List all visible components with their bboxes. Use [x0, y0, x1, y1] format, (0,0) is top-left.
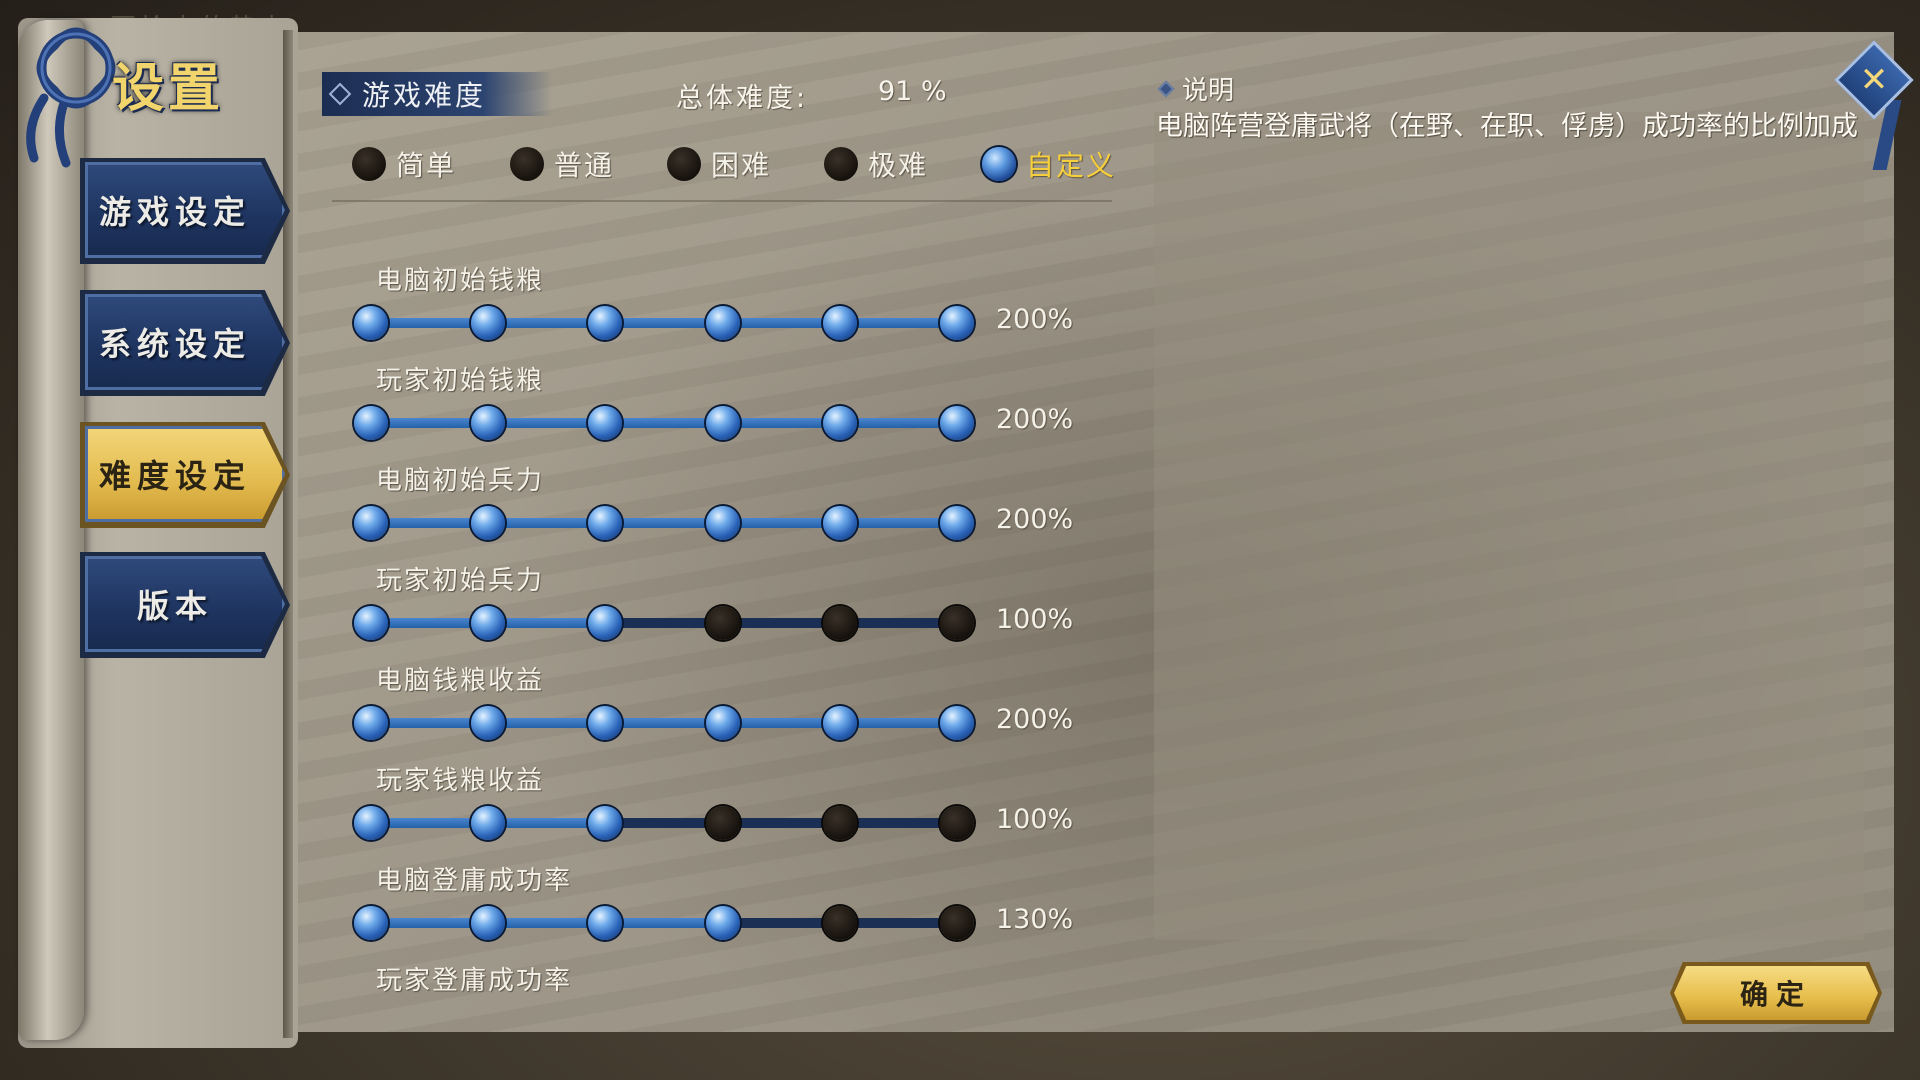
- slider-fill: [370, 718, 956, 728]
- slider-step-knob[interactable]: [471, 406, 506, 440]
- slider-label: 电脑登庸成功率: [376, 866, 573, 896]
- slider-step-knob[interactable]: [471, 706, 506, 740]
- overall-difficulty-value: 91 %: [878, 76, 947, 107]
- slider-label: 电脑初始兵力: [376, 466, 545, 496]
- slider-step-knob[interactable]: [354, 806, 388, 840]
- radio-dot-icon: [352, 147, 386, 181]
- description-header-label: 说明: [1182, 76, 1235, 106]
- slider-step-knob[interactable]: [471, 606, 506, 640]
- slider-label: 玩家初始钱粮: [376, 366, 545, 396]
- slider-step-knob[interactable]: [822, 606, 857, 640]
- slider-value: 200%: [996, 504, 1074, 535]
- slider-value: 200%: [996, 404, 1074, 435]
- tab-game-difficulty[interactable]: 游戏难度: [322, 72, 552, 116]
- slider-step-knob[interactable]: [940, 506, 974, 540]
- slider-step-knob[interactable]: [354, 706, 388, 740]
- slider-step-knob[interactable]: [822, 306, 857, 340]
- slider-step-knob[interactable]: [822, 506, 857, 540]
- preset-extreme-radio[interactable]: 极难: [824, 144, 928, 184]
- slider-step-knob[interactable]: [940, 406, 974, 440]
- tab-game-difficulty-label: 游戏难度: [362, 79, 487, 112]
- scroll-edge: [283, 30, 293, 1038]
- nav-difficulty-settings-button[interactable]: 难度设定: [85, 426, 285, 522]
- preset-normal-label: 普通: [554, 149, 615, 182]
- slider-track[interactable]: [370, 918, 956, 928]
- slider-track[interactable]: [370, 518, 956, 528]
- nav-game-settings-button[interactable]: 游戏设定: [85, 162, 285, 258]
- slider-step-knob[interactable]: [471, 906, 506, 940]
- slider-step-knob[interactable]: [705, 706, 740, 740]
- slider-step-knob[interactable]: [822, 406, 857, 440]
- slider-fill: [370, 518, 956, 528]
- nav-system-settings-button[interactable]: 系统设定: [85, 294, 285, 390]
- slider-step-knob[interactable]: [705, 806, 740, 840]
- radio-dot-icon: [510, 147, 544, 181]
- diamond-icon: [1157, 80, 1175, 97]
- slider-fill: [370, 918, 722, 928]
- slider-step-knob[interactable]: [354, 406, 388, 440]
- slider-step-knob[interactable]: [940, 806, 974, 840]
- slider-step-knob[interactable]: [471, 506, 506, 540]
- slider-track[interactable]: [370, 318, 956, 328]
- close-button[interactable]: ✕: [1834, 40, 1914, 120]
- preset-easy-label: 简单: [396, 149, 457, 182]
- description-header: 说明: [1157, 70, 1235, 107]
- preset-custom-label: 自定义: [1026, 149, 1117, 182]
- slider-label: 电脑钱粮收益: [376, 666, 545, 696]
- slider-label: 玩家钱粮收益: [376, 766, 545, 796]
- slider-step-knob[interactable]: [822, 706, 857, 740]
- slider-step-knob[interactable]: [822, 906, 857, 940]
- diamond-icon: [328, 82, 352, 106]
- slider-step-knob[interactable]: [705, 306, 740, 340]
- divider: [332, 200, 1112, 202]
- confirm-button[interactable]: 确定: [1674, 966, 1878, 1020]
- slider-step-knob[interactable]: [822, 806, 857, 840]
- slider-track[interactable]: [370, 718, 956, 728]
- slider-step-knob[interactable]: [354, 306, 388, 340]
- slider-step-knob[interactable]: [471, 806, 506, 840]
- slider-step-knob[interactable]: [940, 306, 974, 340]
- slider-track[interactable]: [370, 818, 956, 828]
- slider-value: 130%: [996, 904, 1074, 935]
- radio-dot-selected-icon: [982, 147, 1016, 181]
- preset-easy-radio[interactable]: 简单: [352, 144, 456, 184]
- radio-dot-icon: [667, 147, 701, 181]
- close-icon: ✕: [1859, 60, 1889, 100]
- nav-version-button[interactable]: 版本: [85, 556, 285, 652]
- slider-label: 电脑初始钱粮: [376, 266, 545, 296]
- slider-step-knob[interactable]: [705, 506, 740, 540]
- slider-label: 玩家登庸成功率: [376, 966, 573, 996]
- slider-value: 200%: [996, 304, 1074, 335]
- scroll-rod: [18, 20, 84, 1040]
- preset-normal-radio[interactable]: 普通: [510, 144, 614, 184]
- slider-step-knob[interactable]: [471, 306, 506, 340]
- slider-track[interactable]: [370, 618, 956, 628]
- radio-dot-icon: [824, 147, 858, 181]
- slider-value: 100%: [996, 604, 1074, 635]
- slider-fill: [370, 418, 956, 428]
- preset-extreme-label: 极难: [868, 149, 929, 182]
- slider-fill: [370, 318, 956, 328]
- slider-step-knob[interactable]: [705, 406, 740, 440]
- slider-track[interactable]: [370, 418, 956, 428]
- settings-title: 设置: [112, 59, 225, 119]
- slider-label: 玩家初始兵力: [376, 566, 545, 596]
- slider-value: 200%: [996, 704, 1074, 735]
- description-text: 电脑阵营登庸武将（在野、在职、俘虏）成功率的比例加成: [1156, 111, 1858, 142]
- slider-value: 100%: [996, 804, 1074, 835]
- preset-custom-radio[interactable]: 自定义: [982, 144, 1116, 184]
- preset-hard-radio[interactable]: 困难: [667, 144, 771, 184]
- slider-step-knob[interactable]: [940, 706, 974, 740]
- slider-step-knob[interactable]: [354, 506, 388, 540]
- overall-difficulty-label: 总体难度:: [676, 83, 809, 114]
- slider-step-knob[interactable]: [354, 606, 388, 640]
- slider-step-knob[interactable]: [354, 906, 388, 940]
- slider-step-knob[interactable]: [940, 906, 974, 940]
- slider-step-knob[interactable]: [705, 606, 740, 640]
- preset-hard-label: 困难: [711, 149, 772, 182]
- slider-step-knob[interactable]: [705, 906, 740, 940]
- description-panel: [1154, 112, 1864, 940]
- slider-step-knob[interactable]: [940, 606, 974, 640]
